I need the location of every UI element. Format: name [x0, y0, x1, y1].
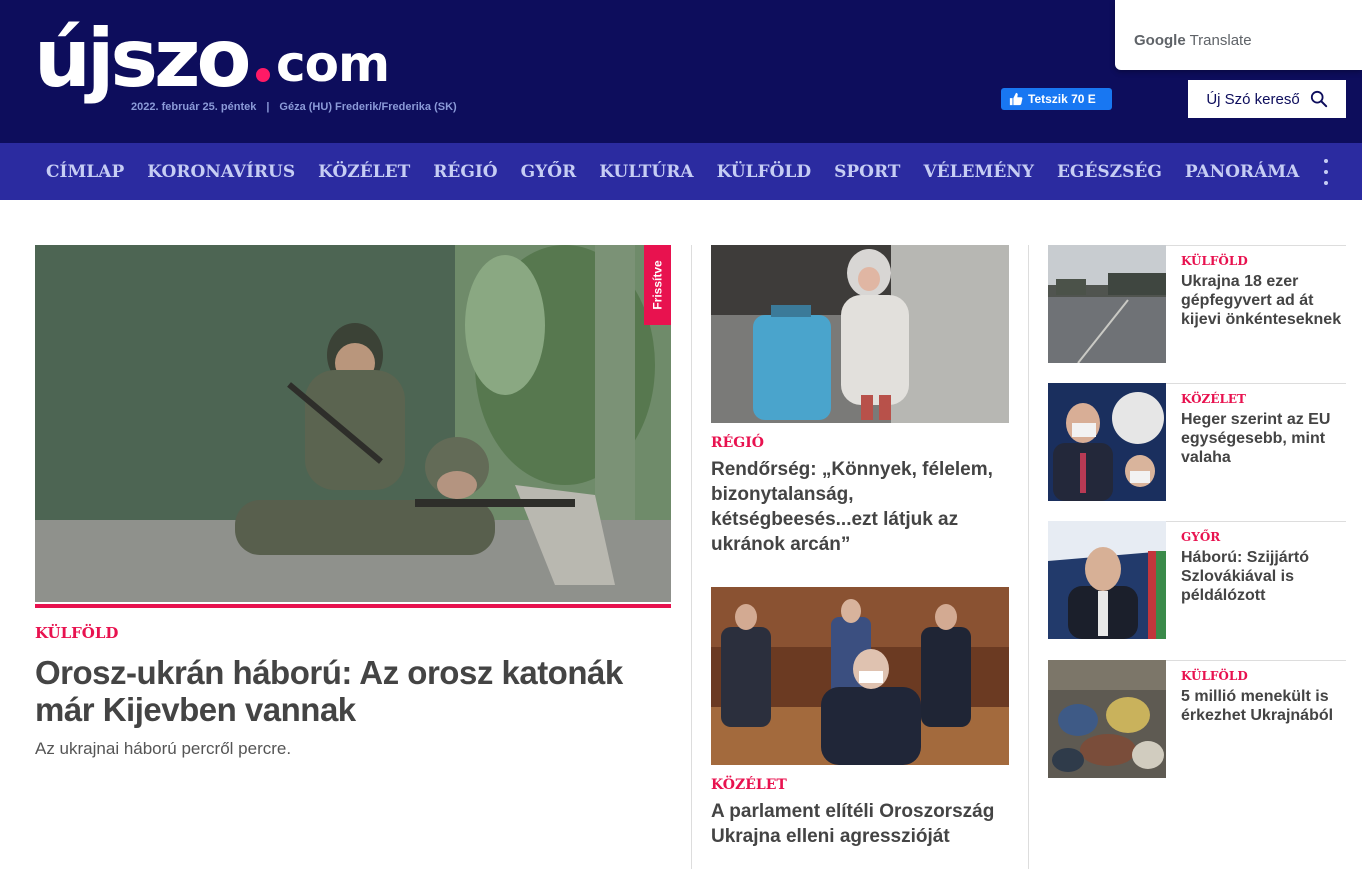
middle-article-image[interactable]	[711, 587, 1009, 765]
dateline-separator: |	[266, 101, 270, 113]
google-brand: Google	[1134, 32, 1186, 49]
logo-tld: com	[276, 35, 390, 93]
side-article[interactable]: KÜLFÖLD 5 millió menekült is érkezhet Uk…	[1048, 660, 1346, 778]
refugee-child-photo	[711, 245, 1009, 423]
nav-item-velemeny[interactable]: VÉLEMÉNY	[923, 162, 1034, 182]
side-article-title[interactable]: Ukrajna 18 ezer gépfegyvert ad át kijevi…	[1181, 272, 1343, 329]
middle-article-title[interactable]: A parlament elítéli Oroszország Ukrajna …	[711, 799, 1009, 849]
middle-article-category[interactable]: RÉGIÓ	[711, 435, 1009, 451]
google-translate-label: Google Translate	[1134, 32, 1252, 49]
soldiers-photo	[35, 245, 671, 602]
side-article-divider	[1166, 521, 1346, 522]
nav-item-kozelet[interactable]: KÖZÉLET	[318, 162, 410, 182]
lead-article-image[interactable]	[35, 245, 671, 602]
side-article-title[interactable]: Háború: Szijjártó Szlovákiával is példál…	[1181, 548, 1343, 605]
side-article-title[interactable]: Heger szerint az EU egységesebb, mint va…	[1181, 410, 1343, 467]
side-article-divider	[1166, 660, 1346, 661]
logo-dot	[256, 68, 270, 82]
side-article-divider	[1166, 383, 1346, 384]
search-label: Új Szó kereső	[1206, 90, 1300, 108]
side-article-image[interactable]	[1048, 521, 1166, 639]
middle-article-title[interactable]: Rendőrség: „Könnyek, félelem, bizonytala…	[711, 457, 1009, 557]
facebook-like-label: Tetszik 70 E	[1028, 92, 1096, 106]
search-icon	[1310, 90, 1327, 108]
lead-title[interactable]: Orosz-ukrán háború: Az orosz katonák már…	[35, 654, 655, 728]
minister-photo	[1048, 521, 1166, 639]
translate-word: Translate	[1189, 32, 1252, 49]
nav-item-cimlap[interactable]: CÍMLAP	[46, 162, 124, 182]
logo-text: újszo	[34, 12, 252, 105]
parliament-photo	[711, 587, 1009, 765]
side-article[interactable]: KÖZÉLET Heger szerint az EU egységesebb,…	[1048, 383, 1346, 501]
thumbs-up-icon	[1009, 92, 1023, 106]
nav-item-sport[interactable]: SPORT	[834, 162, 900, 182]
nav-item-regio[interactable]: RÉGIÓ	[433, 162, 497, 182]
nav-item-koronavirus[interactable]: KORONAVÍRUS	[147, 162, 295, 182]
middle-article-image[interactable]	[711, 245, 1009, 423]
side-article[interactable]: GYŐR Háború: Szijjártó Szlovákiával is p…	[1048, 521, 1346, 639]
side-article-category[interactable]: KÜLFÖLD	[1181, 254, 1248, 268]
side-article-title[interactable]: 5 millió menekült is érkezhet Ukrajnából	[1181, 687, 1343, 725]
side-article-image[interactable]	[1048, 660, 1166, 778]
side-article[interactable]: KÜLFÖLD Ukrajna 18 ezer gépfegyvert ad á…	[1048, 245, 1346, 363]
nav-items: CÍMLAP KORONAVÍRUS KÖZÉLET RÉGIÓ GYŐR KU…	[46, 143, 1299, 200]
updated-badge-label: Frissítve	[650, 260, 665, 310]
updated-badge: Frissítve	[644, 245, 671, 325]
nav-item-kultura[interactable]: KULTÚRA	[599, 162, 693, 182]
more-menu-icon[interactable]	[1318, 157, 1334, 187]
side-article-image[interactable]	[1048, 245, 1166, 363]
column-divider	[1028, 245, 1029, 869]
nav-item-kulfold[interactable]: KÜLFÖLD	[717, 162, 812, 182]
dateline: 2022. február 25. péntek | Géza (HU) Frede…	[131, 101, 457, 113]
search-button[interactable]: Új Szó kereső	[1188, 80, 1346, 118]
road-vehicles-photo	[1048, 245, 1166, 363]
shelter-crowd-photo	[1048, 660, 1166, 778]
side-article-image[interactable]	[1048, 383, 1166, 501]
google-translate-widget[interactable]: Google Translate	[1115, 0, 1362, 70]
side-article-category[interactable]: KÖZÉLET	[1181, 392, 1246, 406]
middle-article[interactable]: RÉGIÓ Rendőrség: „Könnyek, félelem, bizo…	[711, 245, 1009, 557]
lead-accent-bar	[35, 604, 671, 608]
main-nav: CÍMLAP KORONAVÍRUS KÖZÉLET RÉGIÓ GYŐR KU…	[0, 143, 1362, 200]
nav-item-egeszseg[interactable]: EGÉSZSÉG	[1057, 162, 1162, 182]
facebook-like-button[interactable]: Tetszik 70 E	[1001, 88, 1112, 110]
lead-category[interactable]: KÜLFÖLD	[35, 624, 118, 642]
nav-item-panorama[interactable]: PANORÁMA	[1185, 162, 1299, 182]
politicians-masks-photo	[1048, 383, 1166, 501]
side-article-category[interactable]: KÜLFÖLD	[1181, 669, 1248, 683]
column-divider	[691, 245, 692, 869]
side-article-divider	[1166, 245, 1346, 246]
nav-item-gyor[interactable]: GYŐR	[521, 162, 577, 182]
middle-article[interactable]: KÖZÉLET A parlament elítéli Oroszország …	[711, 587, 1009, 849]
middle-article-category[interactable]: KÖZÉLET	[711, 777, 1009, 793]
nameday: Géza (HU) Frederik/Frederika (SK)	[279, 101, 457, 113]
side-article-category[interactable]: GYŐR	[1181, 530, 1220, 544]
current-date: 2022. február 25. péntek	[131, 101, 257, 113]
lead-subtitle: Az ukrajnai háború percről percre.	[35, 739, 292, 758]
